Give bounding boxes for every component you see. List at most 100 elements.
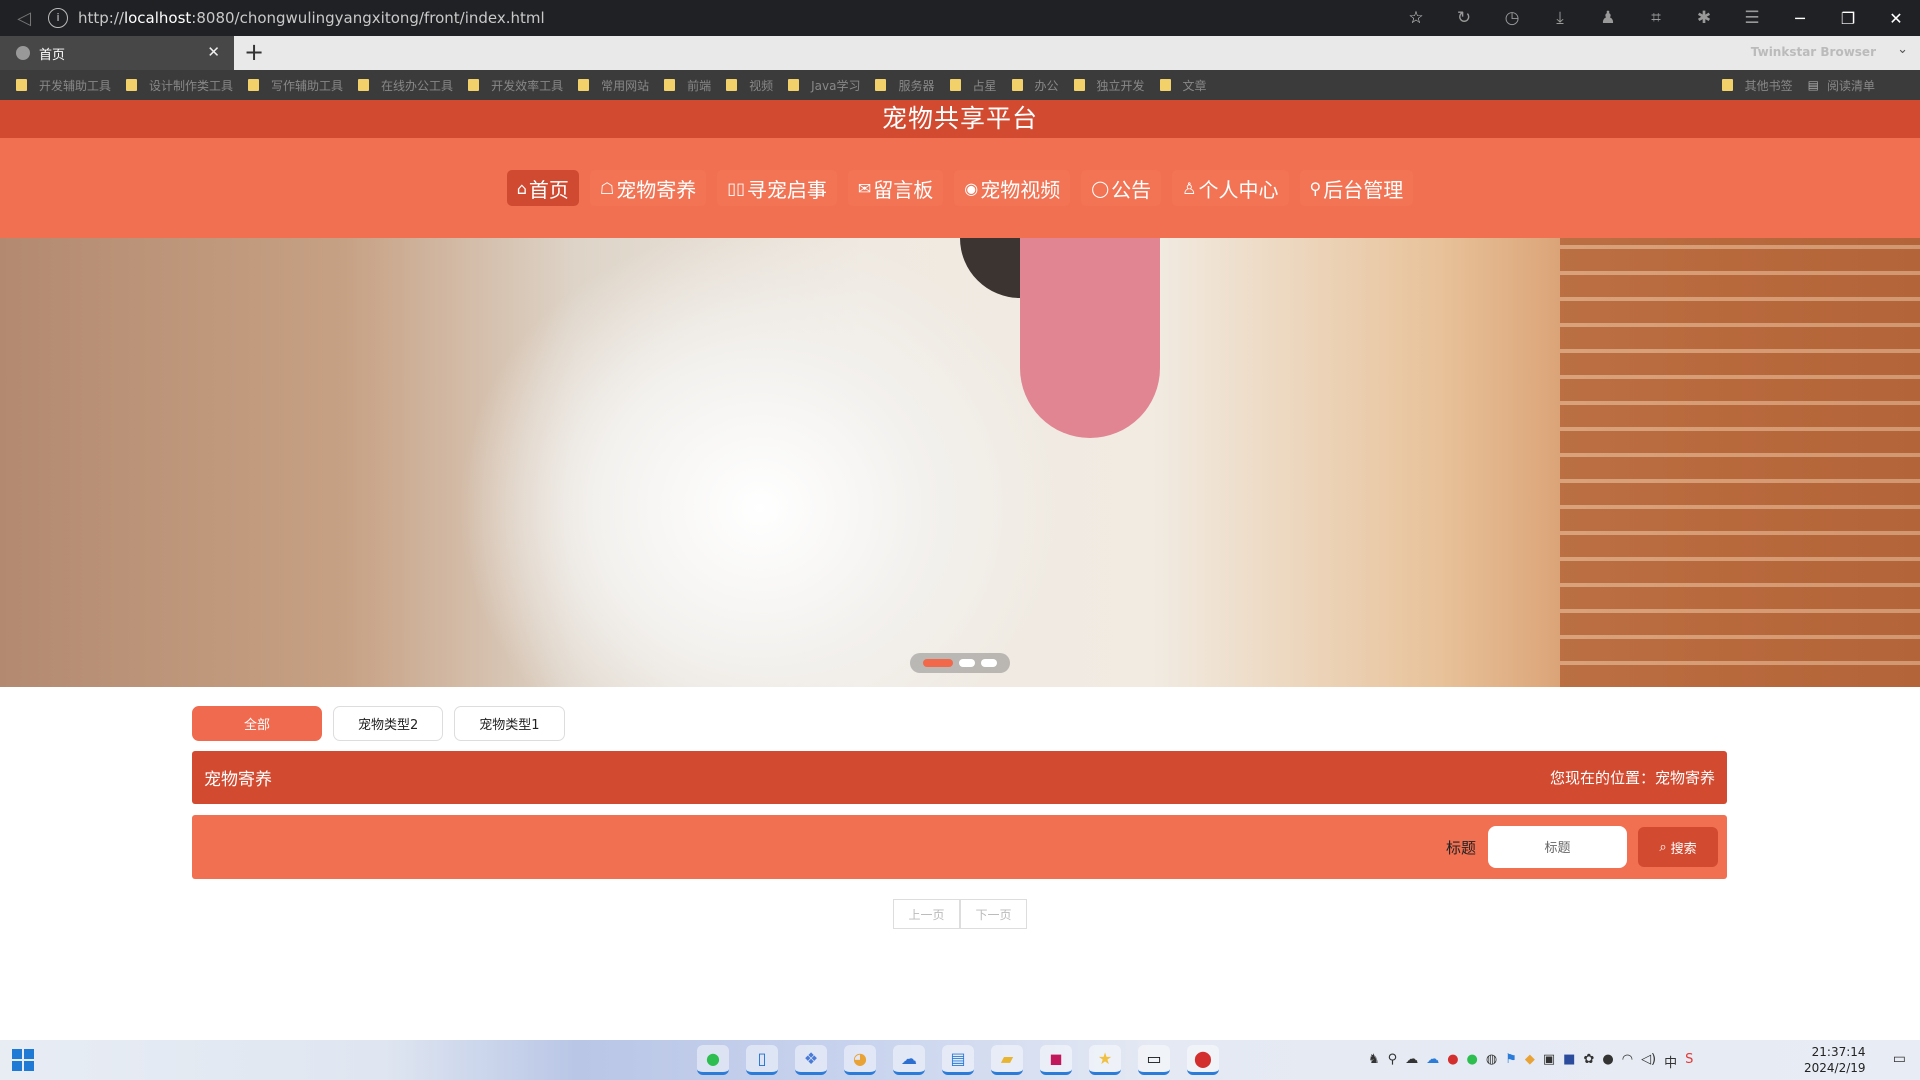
nav-item-pet-foster[interactable]: ☖ 宠物寄养: [589, 170, 707, 206]
bookmark-label: 写作辅助工具: [271, 78, 344, 93]
search-input[interactable]: [1488, 826, 1627, 868]
wechat-icon[interactable]: ●: [697, 1045, 729, 1075]
pin-icon[interactable]: ⚑: [1505, 1052, 1517, 1071]
filter-type1-button[interactable]: 宠物类型1: [454, 706, 565, 741]
nav-item-profile[interactable]: ♙ 个人中心: [1172, 170, 1289, 206]
tab-home[interactable]: 首页 ✕: [0, 36, 234, 70]
announcement-icon: ◯: [1091, 178, 1110, 198]
onedrive-icon[interactable]: ☁: [1426, 1052, 1439, 1071]
tray-app5-icon[interactable]: S: [1685, 1052, 1693, 1071]
phone-link-icon[interactable]: ▯: [746, 1045, 778, 1075]
reading-list[interactable]: ▤ 阅读清单: [1808, 77, 1875, 94]
tray-app3-icon[interactable]: ■: [1563, 1052, 1575, 1071]
start-menu-icon[interactable]: [12, 1049, 34, 1071]
folder-icon: [126, 79, 138, 91]
bookmark-item[interactable]: 开发辅助工具: [16, 77, 111, 94]
url-field[interactable]: http://localhost:8080/chongwulingyangxit…: [78, 9, 545, 27]
chevron-down-icon[interactable]: ⌄: [1897, 42, 1908, 57]
tray-app2-icon[interactable]: ▣: [1543, 1052, 1555, 1071]
search-tray-icon[interactable]: ⚲: [1388, 1052, 1398, 1071]
menu-icon[interactable]: ☰: [1728, 8, 1776, 28]
nav-item-admin[interactable]: ⚲ 后台管理: [1299, 170, 1414, 206]
microphone-icon[interactable]: ●: [1602, 1052, 1613, 1071]
nav-label: 宠物寄养: [616, 177, 697, 202]
nav-item-message-board[interactable]: ✉ 留言板: [847, 170, 944, 206]
record-icon[interactable]: ⬤: [1187, 1045, 1219, 1075]
cloud-tray-icon[interactable]: ☁: [1405, 1052, 1418, 1071]
site-header: 宠物共享平台: [0, 100, 1920, 138]
bookmark-item[interactable]: 常用网站: [578, 77, 649, 94]
shield-icon[interactable]: ◍: [1486, 1052, 1497, 1071]
cloud-icon[interactable]: ☁: [893, 1045, 925, 1075]
tab-title: 首页: [39, 47, 66, 63]
close-window-icon[interactable]: ✕: [1872, 9, 1920, 28]
bookmark-item[interactable]: 在线办公工具: [358, 77, 453, 94]
tray-app4-icon[interactable]: ✿: [1583, 1052, 1594, 1071]
qq-icon[interactable]: ♞: [1368, 1052, 1380, 1071]
notepad-icon[interactable]: ▤: [942, 1045, 974, 1075]
prev-page-button[interactable]: 上一页: [893, 899, 960, 929]
bookmark-item[interactable]: 写作辅助工具: [248, 77, 343, 94]
reload-icon[interactable]: ↻: [1440, 8, 1488, 28]
system-clock[interactable]: 21:37:14 2024/2/19: [1804, 1044, 1866, 1076]
extensions-icon[interactable]: ✱: [1680, 8, 1728, 28]
carousel-dot[interactable]: [981, 659, 997, 667]
history-icon[interactable]: ◷: [1488, 8, 1536, 28]
folder-icon: [726, 79, 738, 91]
bookmark-item[interactable]: 服务器: [875, 77, 935, 94]
search-button-label: 搜索: [1670, 841, 1697, 857]
download-icon[interactable]: ⤓: [1536, 8, 1584, 28]
minimize-icon[interactable]: ─: [1776, 9, 1824, 28]
wechat-tray-icon[interactable]: ●: [1467, 1052, 1478, 1071]
next-page-button[interactable]: 下一页: [960, 899, 1027, 929]
filter-all-button[interactable]: 全部: [192, 706, 322, 741]
user-icon[interactable]: ♟: [1584, 8, 1632, 28]
file-explorer-icon[interactable]: ▰: [991, 1045, 1023, 1075]
person-icon: ♙: [1182, 178, 1197, 198]
close-tab-icon[interactable]: ✕: [207, 43, 220, 61]
section-bar: 宠物寄养 您现在的位置：宠物寄养: [192, 751, 1727, 804]
tray-app-icon[interactable]: ◆: [1525, 1052, 1535, 1071]
ime-icon[interactable]: 中: [1664, 1052, 1677, 1071]
intellij-icon[interactable]: ◼: [1040, 1045, 1072, 1075]
bookmark-item[interactable]: 开发效率工具: [468, 77, 563, 94]
volume-icon[interactable]: ◁): [1641, 1052, 1656, 1071]
search-button[interactable]: ⌕ 搜索: [1638, 827, 1718, 867]
bookmark-item[interactable]: 办公: [1011, 77, 1059, 94]
site-info-icon[interactable]: i: [48, 8, 68, 28]
record-tray-icon[interactable]: ●: [1447, 1052, 1458, 1071]
book-icon: ▯▯: [727, 178, 745, 198]
bookmark-item[interactable]: 文章: [1159, 77, 1207, 94]
nav-item-home[interactable]: ⌂ 首页: [506, 170, 579, 206]
back-arrow-icon[interactable]: ◁: [0, 8, 48, 29]
new-tab-icon[interactable]: +: [244, 38, 264, 66]
wifi-icon[interactable]: ◠: [1622, 1052, 1633, 1071]
bookmark-item[interactable]: 视频: [726, 77, 773, 94]
nav-item-announcement[interactable]: ◯ 公告: [1081, 170, 1162, 206]
bookmark-item[interactable]: 占星: [949, 77, 997, 94]
tab-bar: 首页 ✕ + Twinkstar Browser ⌄: [0, 36, 1920, 70]
crop-icon[interactable]: ⌗: [1632, 8, 1680, 28]
terminal-icon[interactable]: ▭: [1138, 1045, 1170, 1075]
nav-item-lost-pet[interactable]: ▯▯ 寻宠启事: [717, 170, 837, 206]
browser-icon[interactable]: ◕: [844, 1045, 876, 1075]
bookmark-other[interactable]: 其他书签: [1721, 77, 1793, 94]
bookmark-item[interactable]: Java学习: [788, 77, 860, 94]
bookmark-star-icon[interactable]: ☆: [1392, 8, 1440, 28]
nav-item-pet-video[interactable]: ◉ 宠物视频: [954, 170, 1071, 206]
carousel-dot[interactable]: [959, 659, 975, 667]
banner-carousel[interactable]: [0, 238, 1920, 687]
restore-icon[interactable]: ❐: [1824, 9, 1872, 28]
house-icon: ☖: [599, 178, 615, 198]
bookmark-item[interactable]: 设计制作类工具: [126, 77, 233, 94]
bookmark-label: 其他书签: [1744, 78, 1793, 93]
app-icon[interactable]: ❖: [795, 1045, 827, 1075]
bookmark-label: 常用网站: [601, 78, 650, 93]
bookmark-item[interactable]: 前端: [664, 77, 711, 94]
filter-type2-button[interactable]: 宠物类型2: [333, 706, 444, 741]
bookmark-label: 文章: [1182, 78, 1207, 93]
twinkstar-icon[interactable]: ★: [1089, 1045, 1121, 1075]
notification-icon[interactable]: ▭: [1893, 1051, 1906, 1067]
bookmark-item[interactable]: 独立开发: [1073, 77, 1145, 94]
carousel-dot[interactable]: [923, 659, 953, 667]
